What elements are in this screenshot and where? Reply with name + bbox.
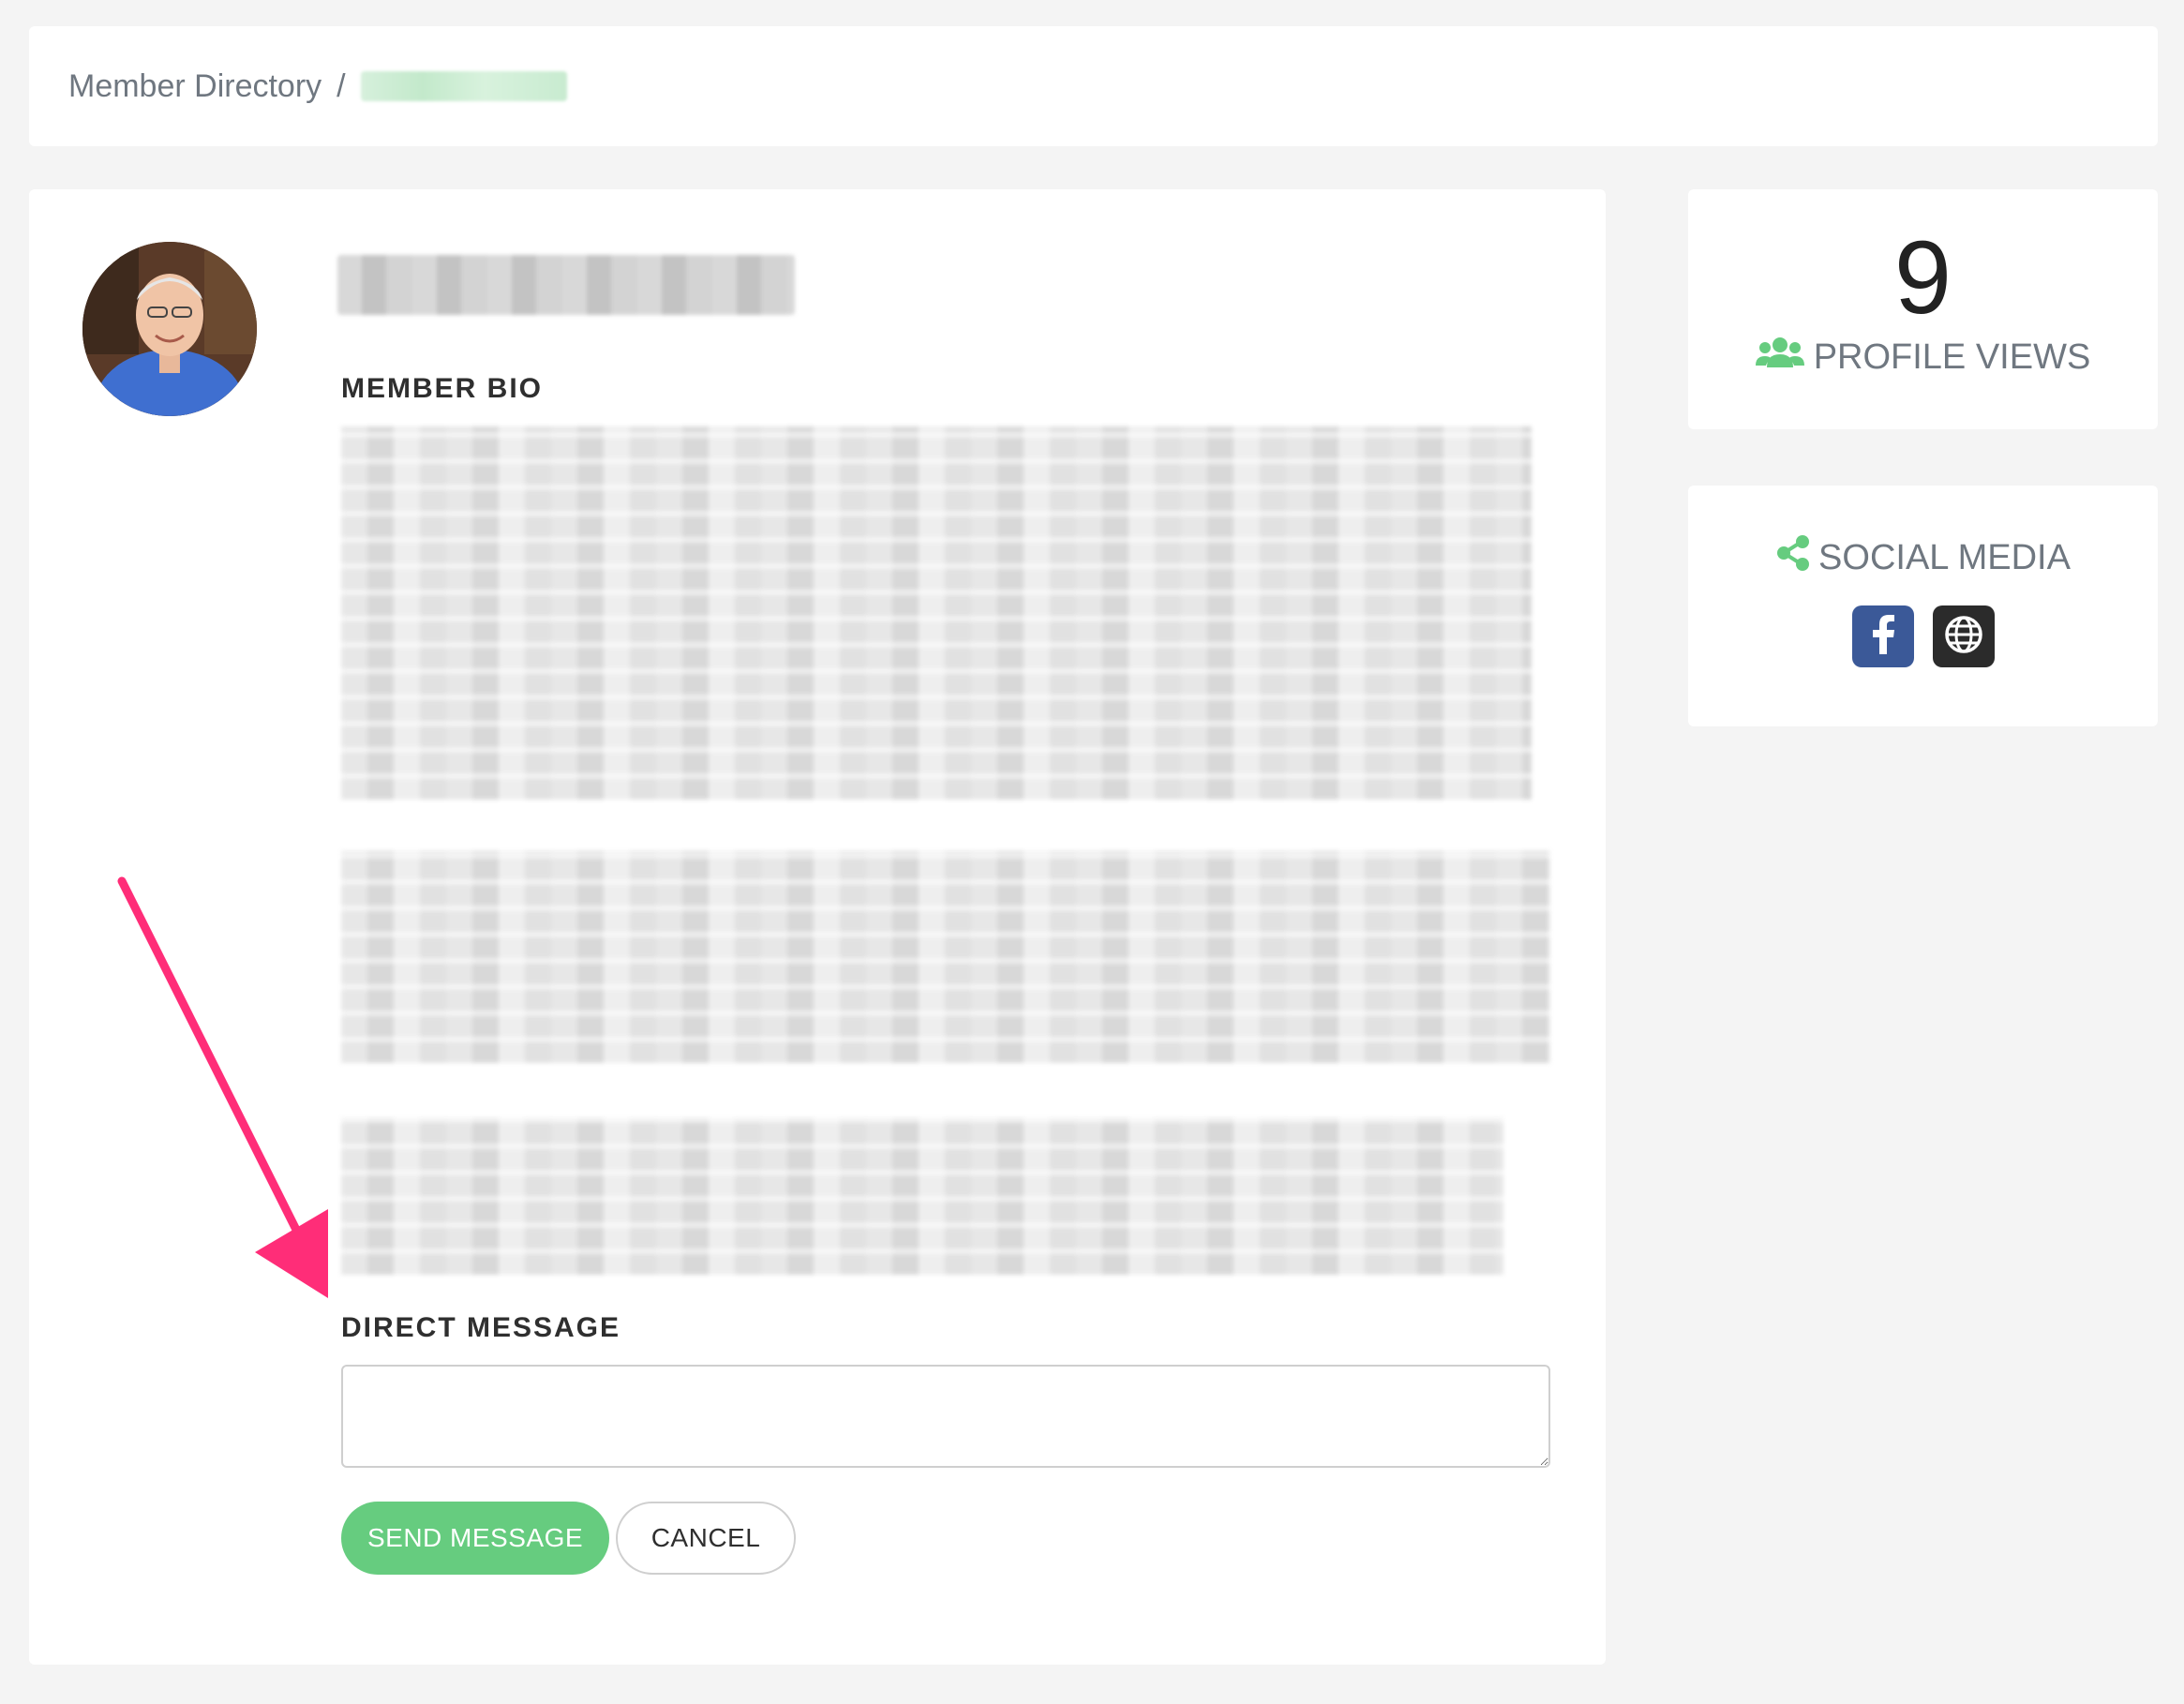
- avatar: [82, 242, 257, 416]
- bio-paragraph-redacted: [341, 851, 1550, 1063]
- direct-message-input[interactable]: [341, 1365, 1550, 1468]
- breadcrumb: Member Directory /: [29, 26, 2158, 146]
- profile-views-count: 9: [1893, 220, 1952, 336]
- bio-paragraph-redacted: [341, 426, 1532, 800]
- profile-views-label-row: PROFILE VIEWS: [1688, 336, 2158, 379]
- breadcrumb-member-directory-link[interactable]: Member Directory: [68, 68, 322, 105]
- cancel-button[interactable]: CANCEL: [616, 1502, 796, 1575]
- social-links: [1688, 605, 2158, 667]
- facebook-icon: [1869, 614, 1897, 659]
- profile-views-label: PROFILE VIEWS: [1813, 336, 2091, 377]
- direct-message-heading: DIRECT MESSAGE: [341, 1312, 621, 1343]
- facebook-link[interactable]: [1851, 605, 1914, 667]
- profile-views-card: 9 PROFILE VIEWS: [1688, 189, 2158, 429]
- breadcrumb-current-redacted: [360, 71, 567, 101]
- social-media-card: SOCIAL MEDIA: [1688, 486, 2158, 726]
- member-bio-heading: MEMBER BIO: [341, 373, 543, 404]
- breadcrumb-separator: /: [337, 67, 346, 104]
- profile-card: MEMBER BIO DIRECT MESSAGE SEND MESSAGE C…: [29, 189, 1606, 1665]
- share-icon: [1775, 534, 1818, 581]
- member-name-redacted: [337, 255, 795, 315]
- globe-icon: [1944, 615, 1983, 659]
- social-media-title-row: SOCIAL MEDIA: [1688, 534, 2158, 581]
- website-link[interactable]: [1932, 605, 1995, 667]
- social-media-title: SOCIAL MEDIA: [1818, 537, 2071, 577]
- send-message-button[interactable]: SEND MESSAGE: [341, 1502, 609, 1575]
- users-icon: [1755, 336, 1814, 379]
- bio-paragraph-redacted: [341, 1117, 1503, 1275]
